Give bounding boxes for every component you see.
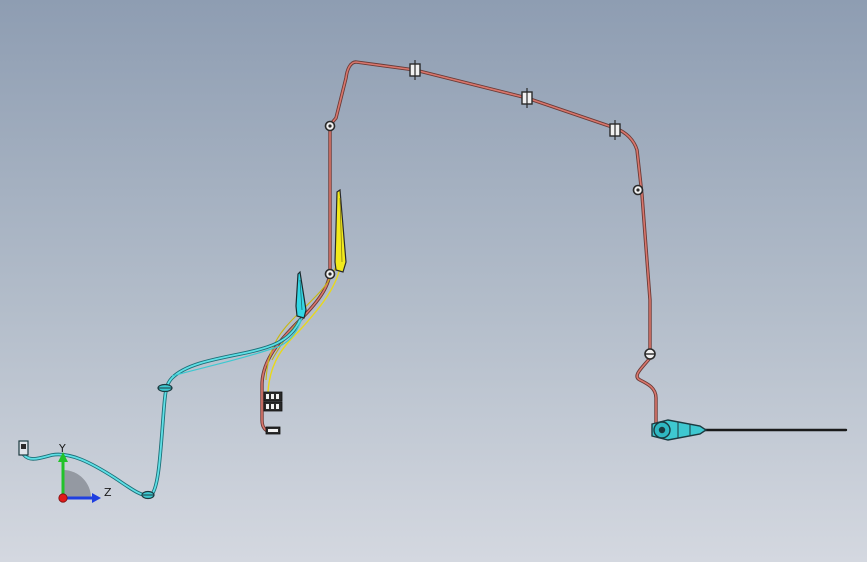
- yellow-branch-wires: [265, 265, 341, 393]
- clip-icon[interactable]: [632, 184, 644, 196]
- connector-block[interactable]: [263, 391, 283, 435]
- z-axis-arrow-icon: [92, 493, 101, 503]
- clip-icon[interactable]: [609, 120, 621, 140]
- grommet-icon[interactable]: [157, 383, 173, 393]
- clip-icon[interactable]: [409, 60, 421, 80]
- clip-icon[interactable]: [521, 88, 533, 108]
- yellow-pillar-part[interactable]: [334, 188, 347, 273]
- cad-viewport[interactable]: Y Z: [0, 0, 867, 562]
- red-harness-route[interactable]: [260, 60, 658, 434]
- end-connector-icon[interactable]: [18, 440, 29, 456]
- z-axis-label: Z: [104, 486, 112, 499]
- antenna-assembly[interactable]: [651, 419, 848, 441]
- x-origin-icon: [58, 493, 68, 503]
- grommet-icon[interactable]: [141, 490, 155, 500]
- red-harness-outline: [260, 60, 658, 434]
- red-harness-core: [261, 61, 657, 433]
- triad-quadrant: [63, 470, 91, 498]
- cyan-harness-fittings: [18, 383, 173, 500]
- cyan-harness-outline: [22, 318, 302, 498]
- harness-assembly-view[interactable]: Y Z: [0, 0, 867, 562]
- cyan-harness-core: [23, 319, 301, 497]
- clip-icon[interactable]: [324, 120, 336, 132]
- y-axis-label: Y: [58, 442, 66, 455]
- clip-icon[interactable]: [644, 348, 656, 360]
- cyan-pillar-part[interactable]: [295, 270, 307, 319]
- harness-clips: [324, 60, 656, 360]
- clip-icon[interactable]: [324, 268, 336, 280]
